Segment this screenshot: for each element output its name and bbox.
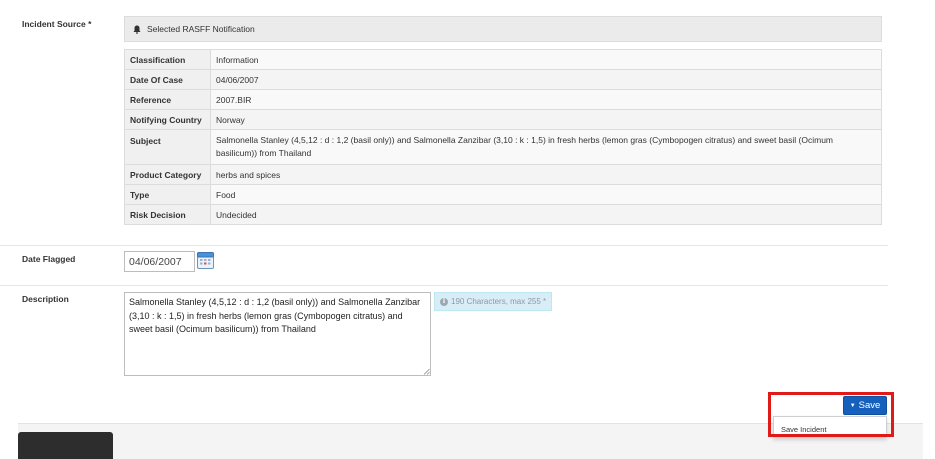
row-key: Notifying Country bbox=[124, 109, 211, 130]
divider bbox=[0, 285, 888, 286]
calendar-icon bbox=[197, 252, 214, 269]
table-row: Type Food bbox=[124, 184, 882, 205]
incident-source-label: Incident Source * bbox=[22, 19, 92, 29]
table-row: Notifying Country Norway bbox=[124, 109, 882, 130]
table-row: Classification Information bbox=[124, 49, 882, 70]
row-key: Subject bbox=[124, 129, 211, 165]
rasff-panel-header: Selected RASFF Notification bbox=[124, 16, 882, 42]
row-value: 04/06/2007 bbox=[210, 69, 882, 90]
footer-tab bbox=[18, 432, 113, 459]
row-key: Date Of Case bbox=[124, 69, 211, 90]
date-flagged-label: Date Flagged bbox=[22, 254, 76, 264]
divider bbox=[0, 245, 888, 246]
save-label: Save bbox=[858, 400, 881, 411]
resize-grip-icon[interactable] bbox=[423, 368, 430, 375]
save-incident-menu-item[interactable]: Save Incident bbox=[781, 425, 826, 434]
character-counter: i 190 Characters, max 255 * bbox=[434, 292, 553, 311]
table-row: Product Category herbs and spices bbox=[124, 164, 882, 185]
row-value: Norway bbox=[210, 109, 882, 130]
save-dropdown-menu: Save Incident bbox=[773, 416, 887, 438]
date-flagged-input[interactable] bbox=[124, 251, 195, 272]
calendar-button[interactable] bbox=[197, 251, 214, 269]
row-key: Reference bbox=[124, 89, 211, 110]
description-label: Description bbox=[22, 294, 69, 304]
counter-text: 190 Characters, max 255 * bbox=[451, 297, 547, 306]
table-row: Date Of Case 04/06/2007 bbox=[124, 69, 882, 90]
bell-icon bbox=[133, 25, 141, 34]
row-value: herbs and spices bbox=[210, 164, 882, 185]
row-key: Type bbox=[124, 184, 211, 205]
row-key: Product Category bbox=[124, 164, 211, 185]
rasff-details-table: Classification Information Date Of Case … bbox=[124, 49, 882, 225]
row-key: Risk Decision bbox=[124, 204, 211, 225]
table-row: Risk Decision Undecided bbox=[124, 204, 882, 225]
row-value: Salmonella Stanley (4,5,12 : d : 1,2 (ba… bbox=[210, 129, 882, 165]
info-icon: i bbox=[440, 297, 448, 306]
row-value: Information bbox=[210, 49, 882, 70]
row-key: Classification bbox=[124, 49, 211, 70]
description-textarea[interactable]: Salmonella Stanley (4,5,12 : d : 1,2 (ba… bbox=[124, 292, 431, 376]
caret-down-icon: ▼ bbox=[849, 402, 856, 409]
save-dropdown-button[interactable]: ▼ Save bbox=[843, 396, 887, 415]
row-value: Food bbox=[210, 184, 882, 205]
row-value: 2007.BIR bbox=[210, 89, 882, 110]
table-row: Subject Salmonella Stanley (4,5,12 : d :… bbox=[124, 129, 882, 165]
table-row: Reference 2007.BIR bbox=[124, 89, 882, 110]
panel-title: Selected RASFF Notification bbox=[147, 24, 255, 34]
row-value: Undecided bbox=[210, 204, 882, 225]
